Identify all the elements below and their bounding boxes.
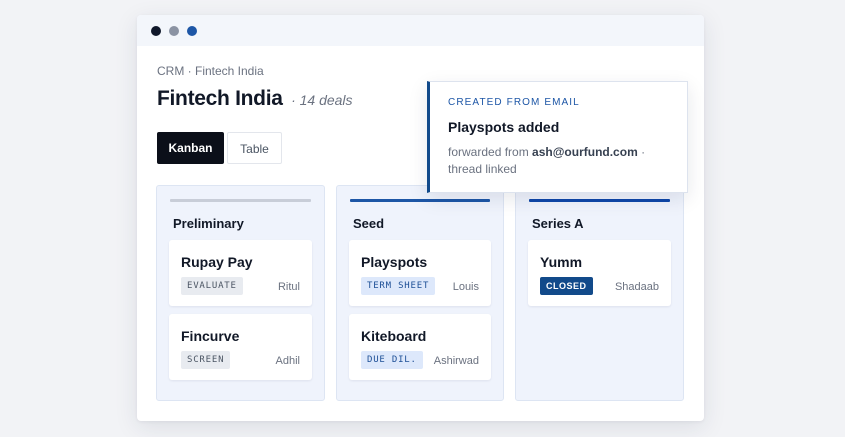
toast-eyebrow: CREATED FROM EMAIL: [448, 97, 580, 108]
deal-name: Yumm: [540, 254, 583, 270]
deal-card-fincurve[interactable]: Fincurve SCREEN Adhil: [169, 314, 312, 380]
deal-card-playspots[interactable]: Playspots TERM SHEET Louis: [349, 240, 491, 306]
column-color-bar: [350, 199, 490, 202]
kanban-view-button[interactable]: Kanban: [157, 132, 224, 164]
deal-name: Fincurve: [181, 328, 240, 344]
breadcrumb[interactable]: CRM · Fintech India: [157, 64, 264, 78]
deal-card-rupay-pay[interactable]: Rupay Pay EVALUATE Ritul: [169, 240, 312, 306]
toast-email[interactable]: ash@ourfund.com: [532, 145, 638, 159]
window-minimize-dot[interactable]: [169, 26, 179, 36]
toast-title: Playspots added: [448, 119, 560, 135]
deal-card-kiteboard[interactable]: Kiteboard DUE DIL. Ashirwad: [349, 314, 491, 380]
column-color-bar: [529, 199, 670, 202]
toast-body: forwarded from ash@ourfund.com · thread …: [448, 144, 676, 178]
stage-badge: EVALUATE: [181, 277, 243, 295]
deal-owner: Adhil: [275, 355, 300, 367]
page-title: Fintech India: [157, 87, 283, 110]
stage-badge: DUE DIL.: [361, 351, 423, 369]
deal-owner: Shadaab: [614, 281, 659, 293]
deal-count: · 14 deals: [291, 92, 353, 108]
column-title: Preliminary: [173, 216, 244, 231]
column-title: Series A: [532, 216, 584, 231]
deal-card-yumm[interactable]: Yumm CLOSED Shadaab: [528, 240, 671, 306]
column-preliminary: Preliminary Rupay Pay EVALUATE Ritul Fin…: [156, 185, 325, 401]
deal-owner: Louis: [452, 281, 479, 293]
deal-owner: Ritul: [277, 281, 300, 293]
stage-badge: TERM SHEET: [361, 277, 436, 295]
deal-name: Rupay Pay: [181, 254, 253, 270]
app-window: CRM · Fintech India Fintech India · 14 d…: [137, 15, 704, 421]
stage-badge: SCREEN: [181, 351, 231, 369]
deal-name: Kiteboard: [361, 328, 427, 344]
deal-owner: Ashirwad: [433, 355, 479, 367]
page-header: Fintech India · 14 deals: [157, 87, 353, 111]
table-view-button[interactable]: Table: [227, 132, 282, 164]
column-seed: Seed Playspots TERM SHEET Louis Kiteboar…: [336, 185, 504, 401]
window-titlebar: [137, 15, 704, 46]
column-color-bar: [170, 199, 311, 202]
email-created-toast[interactable]: CREATED FROM EMAIL Playspots added forwa…: [427, 81, 688, 193]
toast-prefix: forwarded from: [448, 145, 533, 159]
deal-name: Playspots: [361, 254, 428, 270]
column-series-a: Series A Yumm CLOSED Shadaab: [515, 185, 684, 401]
window-close-dot[interactable]: [151, 26, 161, 36]
stage-badge: CLOSED: [540, 277, 593, 295]
window-maximize-dot[interactable]: [187, 26, 197, 36]
column-title: Seed: [353, 216, 385, 231]
